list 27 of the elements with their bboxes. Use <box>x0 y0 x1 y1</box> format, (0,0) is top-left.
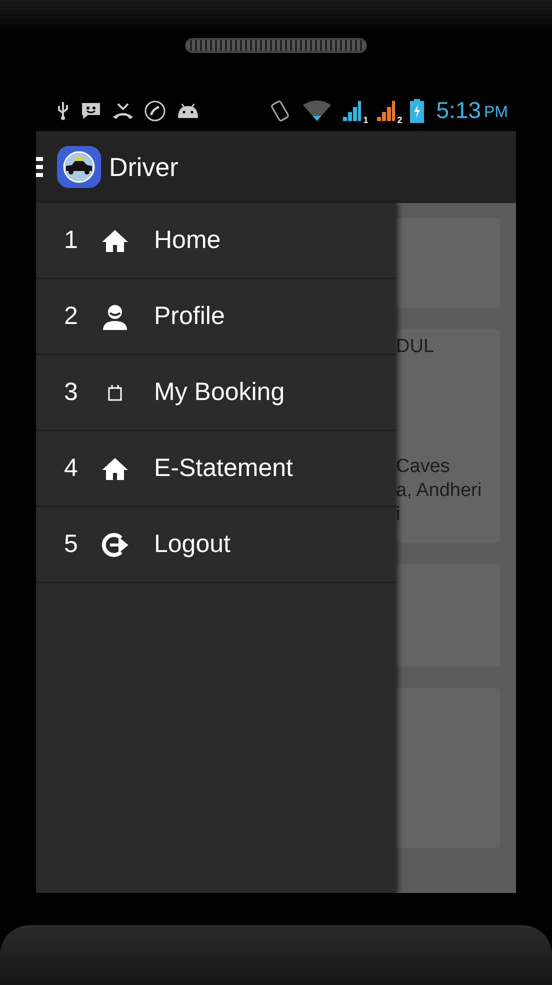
sim-label: 1 <box>363 114 368 124</box>
sim-label: 2 <box>397 114 402 124</box>
status-period: PM <box>484 104 508 122</box>
person-icon <box>101 302 129 330</box>
home-icon <box>101 456 129 480</box>
usb-icon <box>56 100 70 120</box>
message-icon <box>80 100 102 120</box>
taxi-logo-icon[interactable] <box>56 145 102 189</box>
wifi-icon <box>302 100 332 122</box>
card-heading: DUL <box>396 335 436 359</box>
logout-icon <box>100 532 130 558</box>
card-text: Caves <box>396 455 451 479</box>
menu-item[interactable]: 4 E-Statement <box>36 431 396 507</box>
menu-icon[interactable] <box>36 156 43 178</box>
android-icon <box>176 102 200 120</box>
home-icon <box>101 228 129 252</box>
signal-icon <box>376 100 396 122</box>
app-title: Driver <box>109 152 178 182</box>
battery-icon <box>410 98 424 122</box>
missed-call-icon <box>112 100 134 120</box>
menu-item[interactable]: 1 Home <box>36 203 396 279</box>
phone-circle-icon <box>144 100 166 122</box>
status-time: 5:13 <box>436 97 481 124</box>
menu-item[interactable]: 2 Profile <box>36 279 396 355</box>
calendar-icon <box>107 384 123 402</box>
card-text: a, Andheri <box>396 479 483 503</box>
signal-icon <box>342 100 362 122</box>
